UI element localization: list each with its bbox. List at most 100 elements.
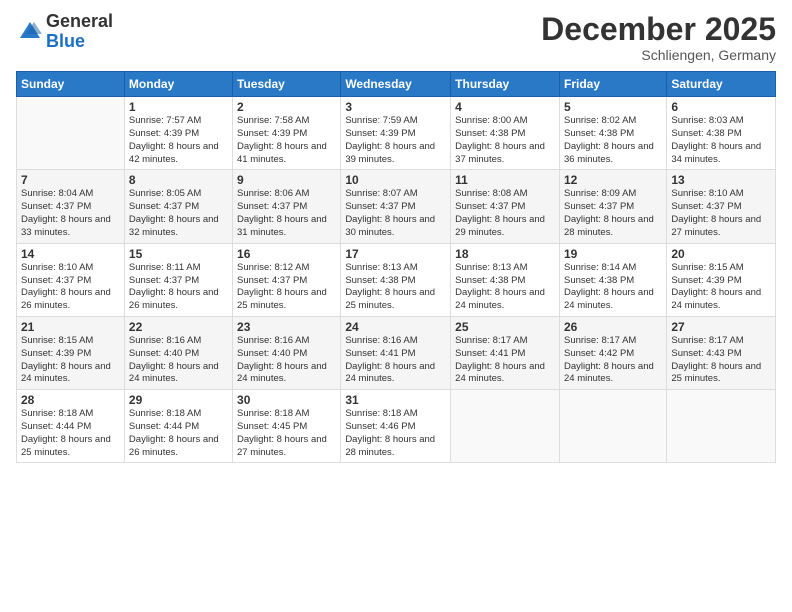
calendar-cell: 6Sunrise: 8:03 AMSunset: 4:38 PMDaylight…	[667, 97, 776, 170]
day-number: 8	[129, 173, 228, 187]
day-number: 5	[564, 100, 662, 114]
day-info: Sunrise: 8:16 AMSunset: 4:40 PMDaylight:…	[129, 335, 228, 386]
day-info: Sunrise: 8:06 AMSunset: 4:37 PMDaylight:…	[237, 188, 336, 239]
day-info: Sunrise: 8:09 AMSunset: 4:37 PMDaylight:…	[564, 188, 662, 239]
calendar-cell: 24Sunrise: 8:16 AMSunset: 4:41 PMDayligh…	[341, 316, 451, 389]
calendar-week-row-5: 28Sunrise: 8:18 AMSunset: 4:44 PMDayligh…	[17, 390, 776, 463]
day-info: Sunrise: 8:11 AMSunset: 4:37 PMDaylight:…	[129, 262, 228, 313]
logo-text: General Blue	[46, 12, 113, 52]
day-number: 27	[671, 320, 771, 334]
calendar-cell: 29Sunrise: 8:18 AMSunset: 4:44 PMDayligh…	[124, 390, 232, 463]
day-number: 16	[237, 247, 336, 261]
col-friday: Friday	[559, 72, 666, 97]
day-info: Sunrise: 8:18 AMSunset: 4:44 PMDaylight:…	[21, 408, 120, 459]
calendar-cell: 13Sunrise: 8:10 AMSunset: 4:37 PMDayligh…	[667, 170, 776, 243]
calendar-cell: 23Sunrise: 8:16 AMSunset: 4:40 PMDayligh…	[233, 316, 341, 389]
calendar-cell: 9Sunrise: 8:06 AMSunset: 4:37 PMDaylight…	[233, 170, 341, 243]
col-thursday: Thursday	[451, 72, 560, 97]
logo-icon	[16, 18, 44, 46]
day-info: Sunrise: 8:07 AMSunset: 4:37 PMDaylight:…	[345, 188, 446, 239]
calendar-week-row-2: 7Sunrise: 8:04 AMSunset: 4:37 PMDaylight…	[17, 170, 776, 243]
day-number: 6	[671, 100, 771, 114]
day-info: Sunrise: 8:03 AMSunset: 4:38 PMDaylight:…	[671, 115, 771, 166]
day-info: Sunrise: 7:57 AMSunset: 4:39 PMDaylight:…	[129, 115, 228, 166]
day-number: 7	[21, 173, 120, 187]
calendar-cell: 30Sunrise: 8:18 AMSunset: 4:45 PMDayligh…	[233, 390, 341, 463]
day-number: 25	[455, 320, 555, 334]
col-saturday: Saturday	[667, 72, 776, 97]
day-number: 17	[345, 247, 446, 261]
calendar-cell: 12Sunrise: 8:09 AMSunset: 4:37 PMDayligh…	[559, 170, 666, 243]
day-number: 1	[129, 100, 228, 114]
day-info: Sunrise: 8:14 AMSunset: 4:38 PMDaylight:…	[564, 262, 662, 313]
calendar-cell: 27Sunrise: 8:17 AMSunset: 4:43 PMDayligh…	[667, 316, 776, 389]
col-sunday: Sunday	[17, 72, 125, 97]
day-number: 21	[21, 320, 120, 334]
day-info: Sunrise: 8:18 AMSunset: 4:45 PMDaylight:…	[237, 408, 336, 459]
page-header: General Blue December 2025 Schliengen, G…	[16, 12, 776, 63]
day-number: 4	[455, 100, 555, 114]
calendar-header-row: Sunday Monday Tuesday Wednesday Thursday…	[17, 72, 776, 97]
title-block: December 2025 Schliengen, Germany	[541, 12, 776, 63]
calendar-table: Sunday Monday Tuesday Wednesday Thursday…	[16, 71, 776, 463]
calendar-cell: 21Sunrise: 8:15 AMSunset: 4:39 PMDayligh…	[17, 316, 125, 389]
day-number: 26	[564, 320, 662, 334]
day-number: 9	[237, 173, 336, 187]
day-info: Sunrise: 8:12 AMSunset: 4:37 PMDaylight:…	[237, 262, 336, 313]
calendar-cell: 18Sunrise: 8:13 AMSunset: 4:38 PMDayligh…	[451, 243, 560, 316]
day-info: Sunrise: 8:16 AMSunset: 4:41 PMDaylight:…	[345, 335, 446, 386]
calendar-cell: 26Sunrise: 8:17 AMSunset: 4:42 PMDayligh…	[559, 316, 666, 389]
day-number: 31	[345, 393, 446, 407]
day-info: Sunrise: 8:10 AMSunset: 4:37 PMDaylight:…	[671, 188, 771, 239]
day-number: 20	[671, 247, 771, 261]
day-info: Sunrise: 8:13 AMSunset: 4:38 PMDaylight:…	[345, 262, 446, 313]
day-number: 23	[237, 320, 336, 334]
calendar-cell: 25Sunrise: 8:17 AMSunset: 4:41 PMDayligh…	[451, 316, 560, 389]
month-title: December 2025	[541, 12, 776, 47]
calendar-cell	[559, 390, 666, 463]
calendar-cell: 15Sunrise: 8:11 AMSunset: 4:37 PMDayligh…	[124, 243, 232, 316]
calendar-cell: 7Sunrise: 8:04 AMSunset: 4:37 PMDaylight…	[17, 170, 125, 243]
day-info: Sunrise: 8:18 AMSunset: 4:44 PMDaylight:…	[129, 408, 228, 459]
calendar-week-row-1: 1Sunrise: 7:57 AMSunset: 4:39 PMDaylight…	[17, 97, 776, 170]
calendar-cell: 4Sunrise: 8:00 AMSunset: 4:38 PMDaylight…	[451, 97, 560, 170]
day-number: 12	[564, 173, 662, 187]
calendar-cell: 19Sunrise: 8:14 AMSunset: 4:38 PMDayligh…	[559, 243, 666, 316]
page-container: General Blue December 2025 Schliengen, G…	[0, 0, 792, 471]
calendar-cell: 28Sunrise: 8:18 AMSunset: 4:44 PMDayligh…	[17, 390, 125, 463]
day-info: Sunrise: 8:04 AMSunset: 4:37 PMDaylight:…	[21, 188, 120, 239]
day-info: Sunrise: 8:05 AMSunset: 4:37 PMDaylight:…	[129, 188, 228, 239]
day-info: Sunrise: 8:15 AMSunset: 4:39 PMDaylight:…	[671, 262, 771, 313]
calendar-cell: 17Sunrise: 8:13 AMSunset: 4:38 PMDayligh…	[341, 243, 451, 316]
col-monday: Monday	[124, 72, 232, 97]
day-info: Sunrise: 8:15 AMSunset: 4:39 PMDaylight:…	[21, 335, 120, 386]
day-number: 18	[455, 247, 555, 261]
day-info: Sunrise: 8:10 AMSunset: 4:37 PMDaylight:…	[21, 262, 120, 313]
calendar-cell: 8Sunrise: 8:05 AMSunset: 4:37 PMDaylight…	[124, 170, 232, 243]
location: Schliengen, Germany	[541, 47, 776, 63]
day-number: 24	[345, 320, 446, 334]
day-number: 3	[345, 100, 446, 114]
calendar-cell: 11Sunrise: 8:08 AMSunset: 4:37 PMDayligh…	[451, 170, 560, 243]
day-info: Sunrise: 8:17 AMSunset: 4:41 PMDaylight:…	[455, 335, 555, 386]
calendar-cell: 20Sunrise: 8:15 AMSunset: 4:39 PMDayligh…	[667, 243, 776, 316]
day-info: Sunrise: 7:58 AMSunset: 4:39 PMDaylight:…	[237, 115, 336, 166]
calendar-cell: 2Sunrise: 7:58 AMSunset: 4:39 PMDaylight…	[233, 97, 341, 170]
day-info: Sunrise: 8:18 AMSunset: 4:46 PMDaylight:…	[345, 408, 446, 459]
logo-blue: Blue	[46, 32, 113, 52]
day-number: 28	[21, 393, 120, 407]
day-info: Sunrise: 8:17 AMSunset: 4:42 PMDaylight:…	[564, 335, 662, 386]
day-info: Sunrise: 7:59 AMSunset: 4:39 PMDaylight:…	[345, 115, 446, 166]
day-number: 29	[129, 393, 228, 407]
calendar-cell	[451, 390, 560, 463]
day-number: 30	[237, 393, 336, 407]
calendar-week-row-4: 21Sunrise: 8:15 AMSunset: 4:39 PMDayligh…	[17, 316, 776, 389]
calendar-cell: 22Sunrise: 8:16 AMSunset: 4:40 PMDayligh…	[124, 316, 232, 389]
day-info: Sunrise: 8:17 AMSunset: 4:43 PMDaylight:…	[671, 335, 771, 386]
calendar-cell: 3Sunrise: 7:59 AMSunset: 4:39 PMDaylight…	[341, 97, 451, 170]
col-tuesday: Tuesday	[233, 72, 341, 97]
calendar-week-row-3: 14Sunrise: 8:10 AMSunset: 4:37 PMDayligh…	[17, 243, 776, 316]
logo: General Blue	[16, 12, 113, 52]
day-info: Sunrise: 8:13 AMSunset: 4:38 PMDaylight:…	[455, 262, 555, 313]
calendar-cell: 14Sunrise: 8:10 AMSunset: 4:37 PMDayligh…	[17, 243, 125, 316]
